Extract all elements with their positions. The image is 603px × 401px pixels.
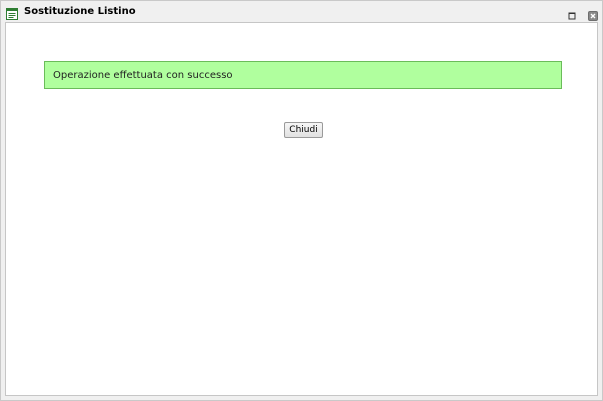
title-bar[interactable]: Sostituzione Listino <box>1 1 602 22</box>
maximize-icon[interactable] <box>567 6 577 20</box>
window-title: Sostituzione Listino <box>24 6 136 17</box>
success-message-text: Operazione effettuata con successo <box>53 70 233 81</box>
success-message-box: Operazione effettuata con successo <box>44 61 562 89</box>
close-button[interactable]: Chiudi <box>284 122 323 138</box>
dialog-content: Operazione effettuata con successo Chiud… <box>5 22 598 396</box>
list-window-icon <box>6 5 18 20</box>
close-icon[interactable] <box>588 6 598 21</box>
dialog-window: Sostituzione Listino Operazione effettua… <box>0 0 603 401</box>
